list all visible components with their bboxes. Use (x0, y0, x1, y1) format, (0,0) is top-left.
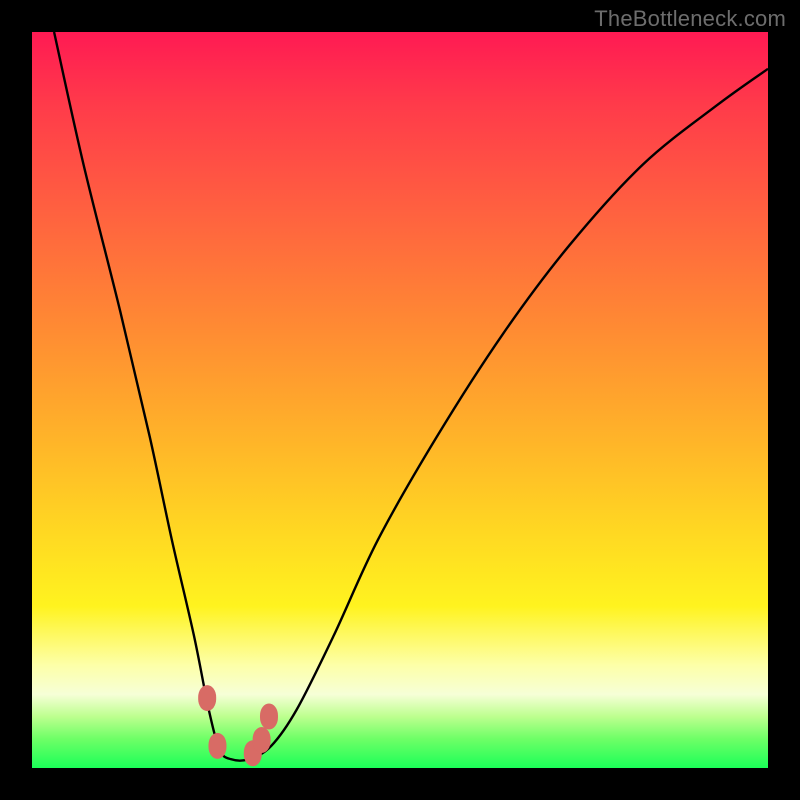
marker-group (198, 685, 278, 766)
plot-area (32, 32, 768, 768)
marker-right-upper (260, 703, 278, 729)
marker-left-upper (198, 685, 216, 711)
bottleneck-curve (54, 32, 768, 761)
chart-frame: TheBottleneck.com (0, 0, 800, 800)
watermark-label: TheBottleneck.com (594, 6, 786, 32)
curve-layer (32, 32, 768, 768)
marker-right-extra (253, 727, 271, 753)
marker-left-lower (208, 733, 226, 759)
